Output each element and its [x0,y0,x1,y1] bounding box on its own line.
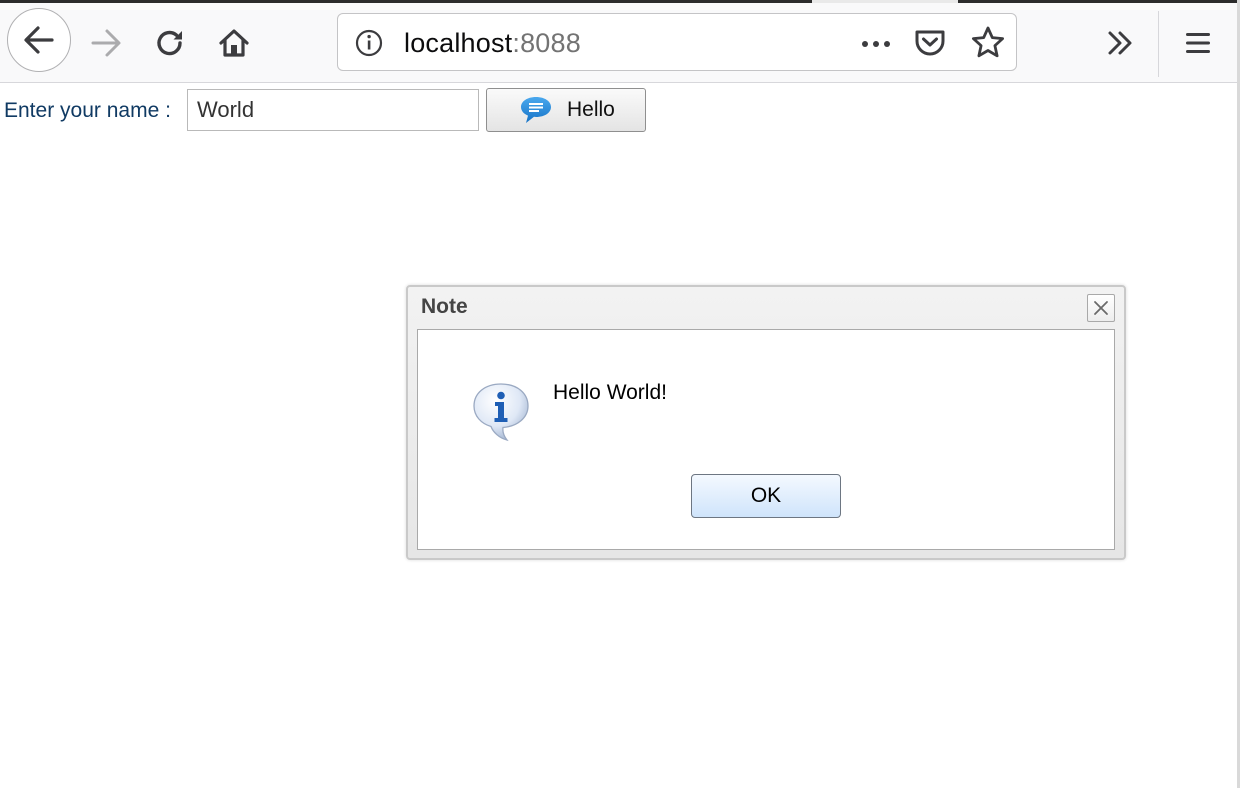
home-button[interactable] [214,23,254,63]
bookmark-button[interactable] [970,25,1006,61]
url-text[interactable]: localhost:8088 [404,26,581,60]
name-input[interactable] [187,89,479,131]
speech-bubble-icon [521,97,551,123]
double-chevron-icon [1108,31,1132,55]
dialog-close-button[interactable] [1087,294,1115,322]
close-icon [1094,301,1108,315]
dialog-title: Note [421,295,468,318]
info-speech-bubble-icon [473,383,529,442]
hamburger-menu-icon [1186,33,1210,53]
hello-button[interactable]: Hello [486,88,646,132]
url-bar[interactable]: localhost:8088 [337,13,1017,71]
back-arrow-icon [24,26,54,54]
toolbar-separator [1158,11,1159,77]
url-port: :8088 [512,28,581,58]
more-horizontal-icon [862,41,890,47]
home-icon [219,29,249,57]
browser-toolbar: localhost:8088 [0,3,1237,83]
toolbar-overflow-button[interactable] [1100,23,1140,63]
pocket-icon [915,30,945,56]
page-actions-button[interactable] [858,30,894,58]
hello-button-label: Hello [567,98,615,121]
dialog-message: Hello World! [553,381,667,404]
forward-button[interactable] [86,23,126,63]
note-dialog: Note Hello World! OK [406,285,1126,560]
star-icon [972,26,1004,58]
site-info-button[interactable] [354,28,384,58]
info-icon [355,29,383,57]
reload-button[interactable] [150,23,190,63]
dialog-body: Hello World! OK [417,329,1115,550]
name-label: Enter your name : [4,99,171,122]
forward-arrow-icon [91,29,121,57]
ok-button[interactable]: OK [691,474,841,518]
main-menu-button[interactable] [1178,23,1218,63]
pocket-button[interactable] [912,26,948,60]
back-button[interactable] [7,8,71,72]
reload-icon [157,30,182,56]
url-host: localhost [404,28,513,58]
